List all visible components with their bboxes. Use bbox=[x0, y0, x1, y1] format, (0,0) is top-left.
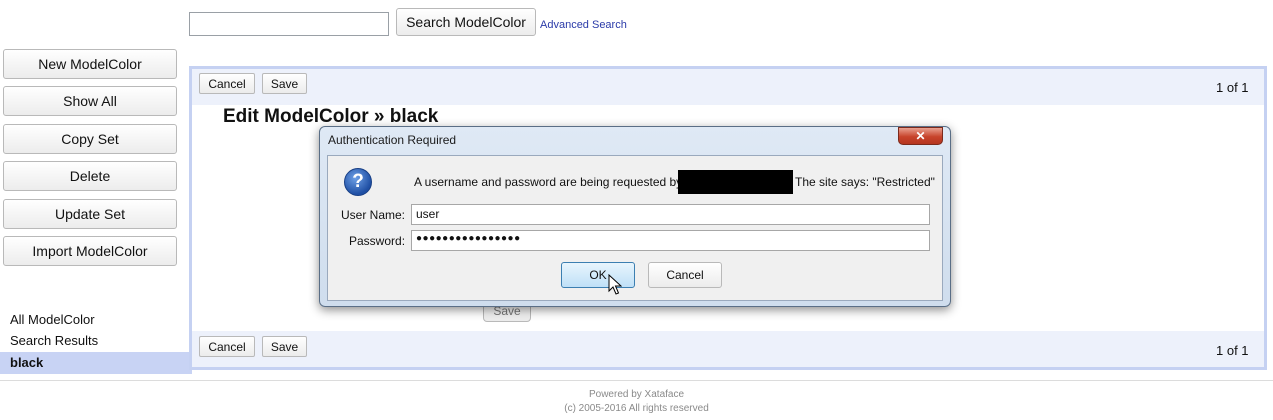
nav-current-record[interactable]: black bbox=[0, 352, 192, 374]
copy-set-button[interactable]: Copy Set bbox=[3, 124, 177, 154]
dialog-body: ? A username and password are being requ… bbox=[327, 155, 943, 301]
username-field[interactable]: user bbox=[411, 204, 930, 225]
copyright-text: (c) 2005-2016 All rights reserved bbox=[564, 403, 709, 414]
page-title: Edit ModelColor » black bbox=[223, 106, 439, 127]
username-label: User Name: bbox=[341, 208, 406, 222]
bottom-pager: 1 of 1 bbox=[1216, 343, 1249, 358]
search-input[interactable] bbox=[189, 12, 389, 36]
ok-button[interactable]: OK bbox=[561, 262, 635, 288]
dialog-cancel-button[interactable]: Cancel bbox=[648, 262, 722, 288]
top-toolbar bbox=[192, 69, 1264, 105]
question-icon: ? bbox=[344, 168, 372, 196]
top-cancel-button[interactable]: Cancel bbox=[199, 73, 255, 94]
auth-message-prefix: A username and password are being reques… bbox=[414, 175, 683, 189]
password-field[interactable]: ●●●●●●●●●●●●●●●● bbox=[411, 230, 930, 251]
nav-all-modelcolor[interactable]: All ModelColor bbox=[0, 309, 192, 331]
bottom-toolbar bbox=[192, 331, 1264, 367]
advanced-search-link[interactable]: Advanced Search bbox=[540, 19, 627, 31]
bottom-save-button[interactable]: Save bbox=[262, 336, 307, 357]
close-icon[interactable]: ✕ bbox=[898, 127, 943, 145]
authentication-dialog: Authentication Required ✕ ? A username a… bbox=[319, 126, 951, 307]
delete-button[interactable]: Delete bbox=[3, 161, 177, 191]
auth-message-suffix: The site says: "Restricted" bbox=[795, 175, 935, 189]
dialog-title: Authentication Required bbox=[328, 133, 457, 147]
new-modelcolor-button[interactable]: New ModelColor bbox=[3, 49, 177, 79]
footer-divider bbox=[0, 380, 1273, 381]
redacted-site-name bbox=[678, 170, 793, 194]
import-modelcolor-button[interactable]: Import ModelColor bbox=[3, 236, 177, 266]
powered-by-text: Powered by Xataface bbox=[588, 389, 685, 400]
bottom-cancel-button[interactable]: Cancel bbox=[199, 336, 255, 357]
top-save-button[interactable]: Save bbox=[262, 73, 307, 94]
password-label: Password: bbox=[349, 234, 406, 248]
search-button[interactable]: Search ModelColor bbox=[396, 8, 536, 36]
update-set-button[interactable]: Update Set bbox=[3, 199, 177, 229]
show-all-button[interactable]: Show All bbox=[3, 86, 177, 116]
top-pager: 1 of 1 bbox=[1216, 80, 1249, 95]
nav-search-results[interactable]: Search Results bbox=[0, 330, 192, 352]
mouse-cursor-icon bbox=[608, 274, 622, 295]
